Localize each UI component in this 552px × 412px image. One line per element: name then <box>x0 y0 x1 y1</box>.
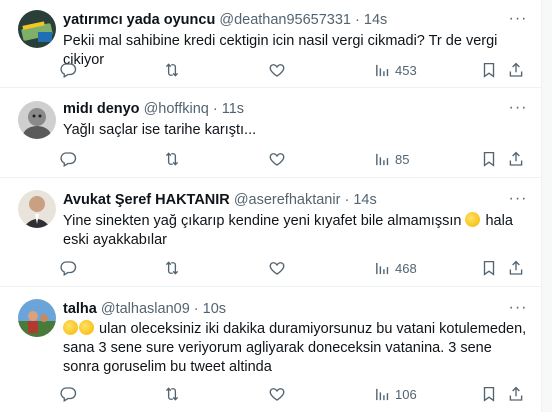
bookmark-icon <box>480 385 498 403</box>
reply-button[interactable] <box>59 258 77 278</box>
retweet-button[interactable] <box>163 60 181 80</box>
bookmark-button[interactable] <box>480 149 498 169</box>
tweet-feed: yatırımcı yada oyuncu @deathan95657331 ·… <box>0 0 541 412</box>
author-name[interactable]: midı denyo <box>63 101 140 117</box>
tweet[interactable]: Avukat Şeref HAKTANIR @aserefhaktanir · … <box>0 178 541 287</box>
views-button[interactable]: 468 <box>374 258 417 278</box>
reply-button[interactable] <box>59 384 77 404</box>
views-button[interactable]: 453 <box>374 60 417 80</box>
retweet-icon <box>163 150 181 168</box>
share-button[interactable] <box>507 384 525 404</box>
laughing-emoji-icon <box>79 320 94 335</box>
timestamp[interactable]: 14s <box>353 192 376 208</box>
bookmark-button[interactable] <box>480 60 498 80</box>
heart-icon <box>268 259 286 277</box>
retweet-button[interactable] <box>163 258 181 278</box>
reply-button[interactable] <box>59 60 77 80</box>
bookmark-button[interactable] <box>480 384 498 404</box>
views-count: 468 <box>395 260 417 276</box>
reply-button[interactable] <box>59 149 77 169</box>
retweet-button[interactable] <box>163 384 181 404</box>
retweet-icon <box>163 61 181 79</box>
retweet-icon <box>163 259 181 277</box>
bookmark-button[interactable] <box>480 258 498 278</box>
bookmark-icon <box>480 61 498 79</box>
timestamp[interactable]: 11s <box>222 101 244 117</box>
views-count: 85 <box>395 151 410 167</box>
action-bar: 106 <box>0 384 541 404</box>
more-icon[interactable]: ··· <box>508 100 528 119</box>
reply-icon <box>59 150 77 168</box>
action-bar: 85 <box>0 149 541 169</box>
action-bar: 468 <box>0 258 541 278</box>
views-button[interactable]: 85 <box>374 149 409 169</box>
views-chart-icon <box>374 151 391 168</box>
like-button[interactable] <box>268 60 286 80</box>
laughing-emoji-icon <box>63 320 78 335</box>
share-icon <box>507 150 525 168</box>
tweet-header: midı denyo @hoffkinq · 11s <box>63 100 244 118</box>
tweet-text: ulan oleceksiniz iki dakika duramiyorsun… <box>63 320 528 377</box>
heart-icon <box>268 61 286 79</box>
like-button[interactable] <box>268 384 286 404</box>
heart-icon <box>268 150 286 168</box>
action-bar: 453 <box>0 60 541 80</box>
author-handle[interactable]: @aserefhaktanir <box>234 192 341 208</box>
tweet-text-part: Yine sinekten yağ çıkarıp kendine yeni k… <box>63 213 462 229</box>
separator: · <box>355 12 360 28</box>
share-icon <box>507 61 525 79</box>
separator: · <box>212 101 218 117</box>
more-icon[interactable]: ··· <box>508 191 528 210</box>
tweet[interactable]: yatırımcı yada oyuncu @deathan95657331 ·… <box>0 0 541 88</box>
views-count: 453 <box>395 62 417 78</box>
avatar[interactable] <box>18 101 56 139</box>
retweet-button[interactable] <box>163 149 181 169</box>
share-button[interactable] <box>507 258 525 278</box>
pleading-face-emoji-icon <box>465 212 481 227</box>
share-icon <box>507 259 525 277</box>
views-count: 106 <box>395 386 417 402</box>
tweet-text: Yağlı saçlar ise tarihe karıştı... <box>63 122 257 138</box>
reply-icon <box>59 385 77 403</box>
tweet-text-part: ulan oleceksiniz iki dakika duramiyorsun… <box>63 321 527 375</box>
views-chart-icon <box>374 260 391 277</box>
separator: · <box>344 192 350 208</box>
share-button[interactable] <box>507 149 525 169</box>
author-handle[interactable]: @talhaslan09 <box>101 301 190 317</box>
share-button[interactable] <box>507 60 525 80</box>
separator: · <box>193 301 199 317</box>
author-handle[interactable]: @deathan95657331 <box>219 12 351 28</box>
views-button[interactable]: 106 <box>374 384 417 404</box>
views-chart-icon <box>374 62 391 79</box>
avatar[interactable] <box>18 299 56 337</box>
tweet[interactable]: midı denyo @hoffkinq · 11s ··· Yağlı saç… <box>0 88 541 178</box>
tweet-header: talha @talhaslan09 · 10s <box>63 300 226 318</box>
avatar[interactable] <box>18 10 56 48</box>
more-icon[interactable]: ··· <box>508 11 528 30</box>
tweet-header: yatırımcı yada oyuncu @deathan95657331 ·… <box>63 11 387 29</box>
share-icon <box>507 385 525 403</box>
more-icon[interactable]: ··· <box>508 300 528 319</box>
timestamp[interactable]: 10s <box>203 301 226 317</box>
author-name[interactable]: talha <box>63 301 97 317</box>
views-chart-icon <box>374 386 391 403</box>
retweet-icon <box>163 385 181 403</box>
tweet-text: Yine sinekten yağ çıkarıp kendine yeni k… <box>63 212 528 250</box>
author-handle[interactable]: @hoffkinq <box>144 101 209 117</box>
like-button[interactable] <box>268 149 286 169</box>
bookmark-icon <box>480 150 498 168</box>
reply-icon <box>59 259 77 277</box>
heart-icon <box>268 385 286 403</box>
like-button[interactable] <box>268 258 286 278</box>
avatar[interactable] <box>18 190 56 228</box>
reply-icon <box>59 61 77 79</box>
tweet-header: Avukat Şeref HAKTANIR @aserefhaktanir · … <box>63 191 377 209</box>
bookmark-icon <box>480 259 498 277</box>
timestamp[interactable]: 14s <box>364 12 387 28</box>
author-name[interactable]: yatırımcı yada oyuncu <box>63 12 215 28</box>
author-name[interactable]: Avukat Şeref HAKTANIR <box>63 192 230 208</box>
scrollbar[interactable] <box>541 0 552 412</box>
tweet[interactable]: talha @talhaslan09 · 10s ··· ulan olecek… <box>0 287 541 412</box>
